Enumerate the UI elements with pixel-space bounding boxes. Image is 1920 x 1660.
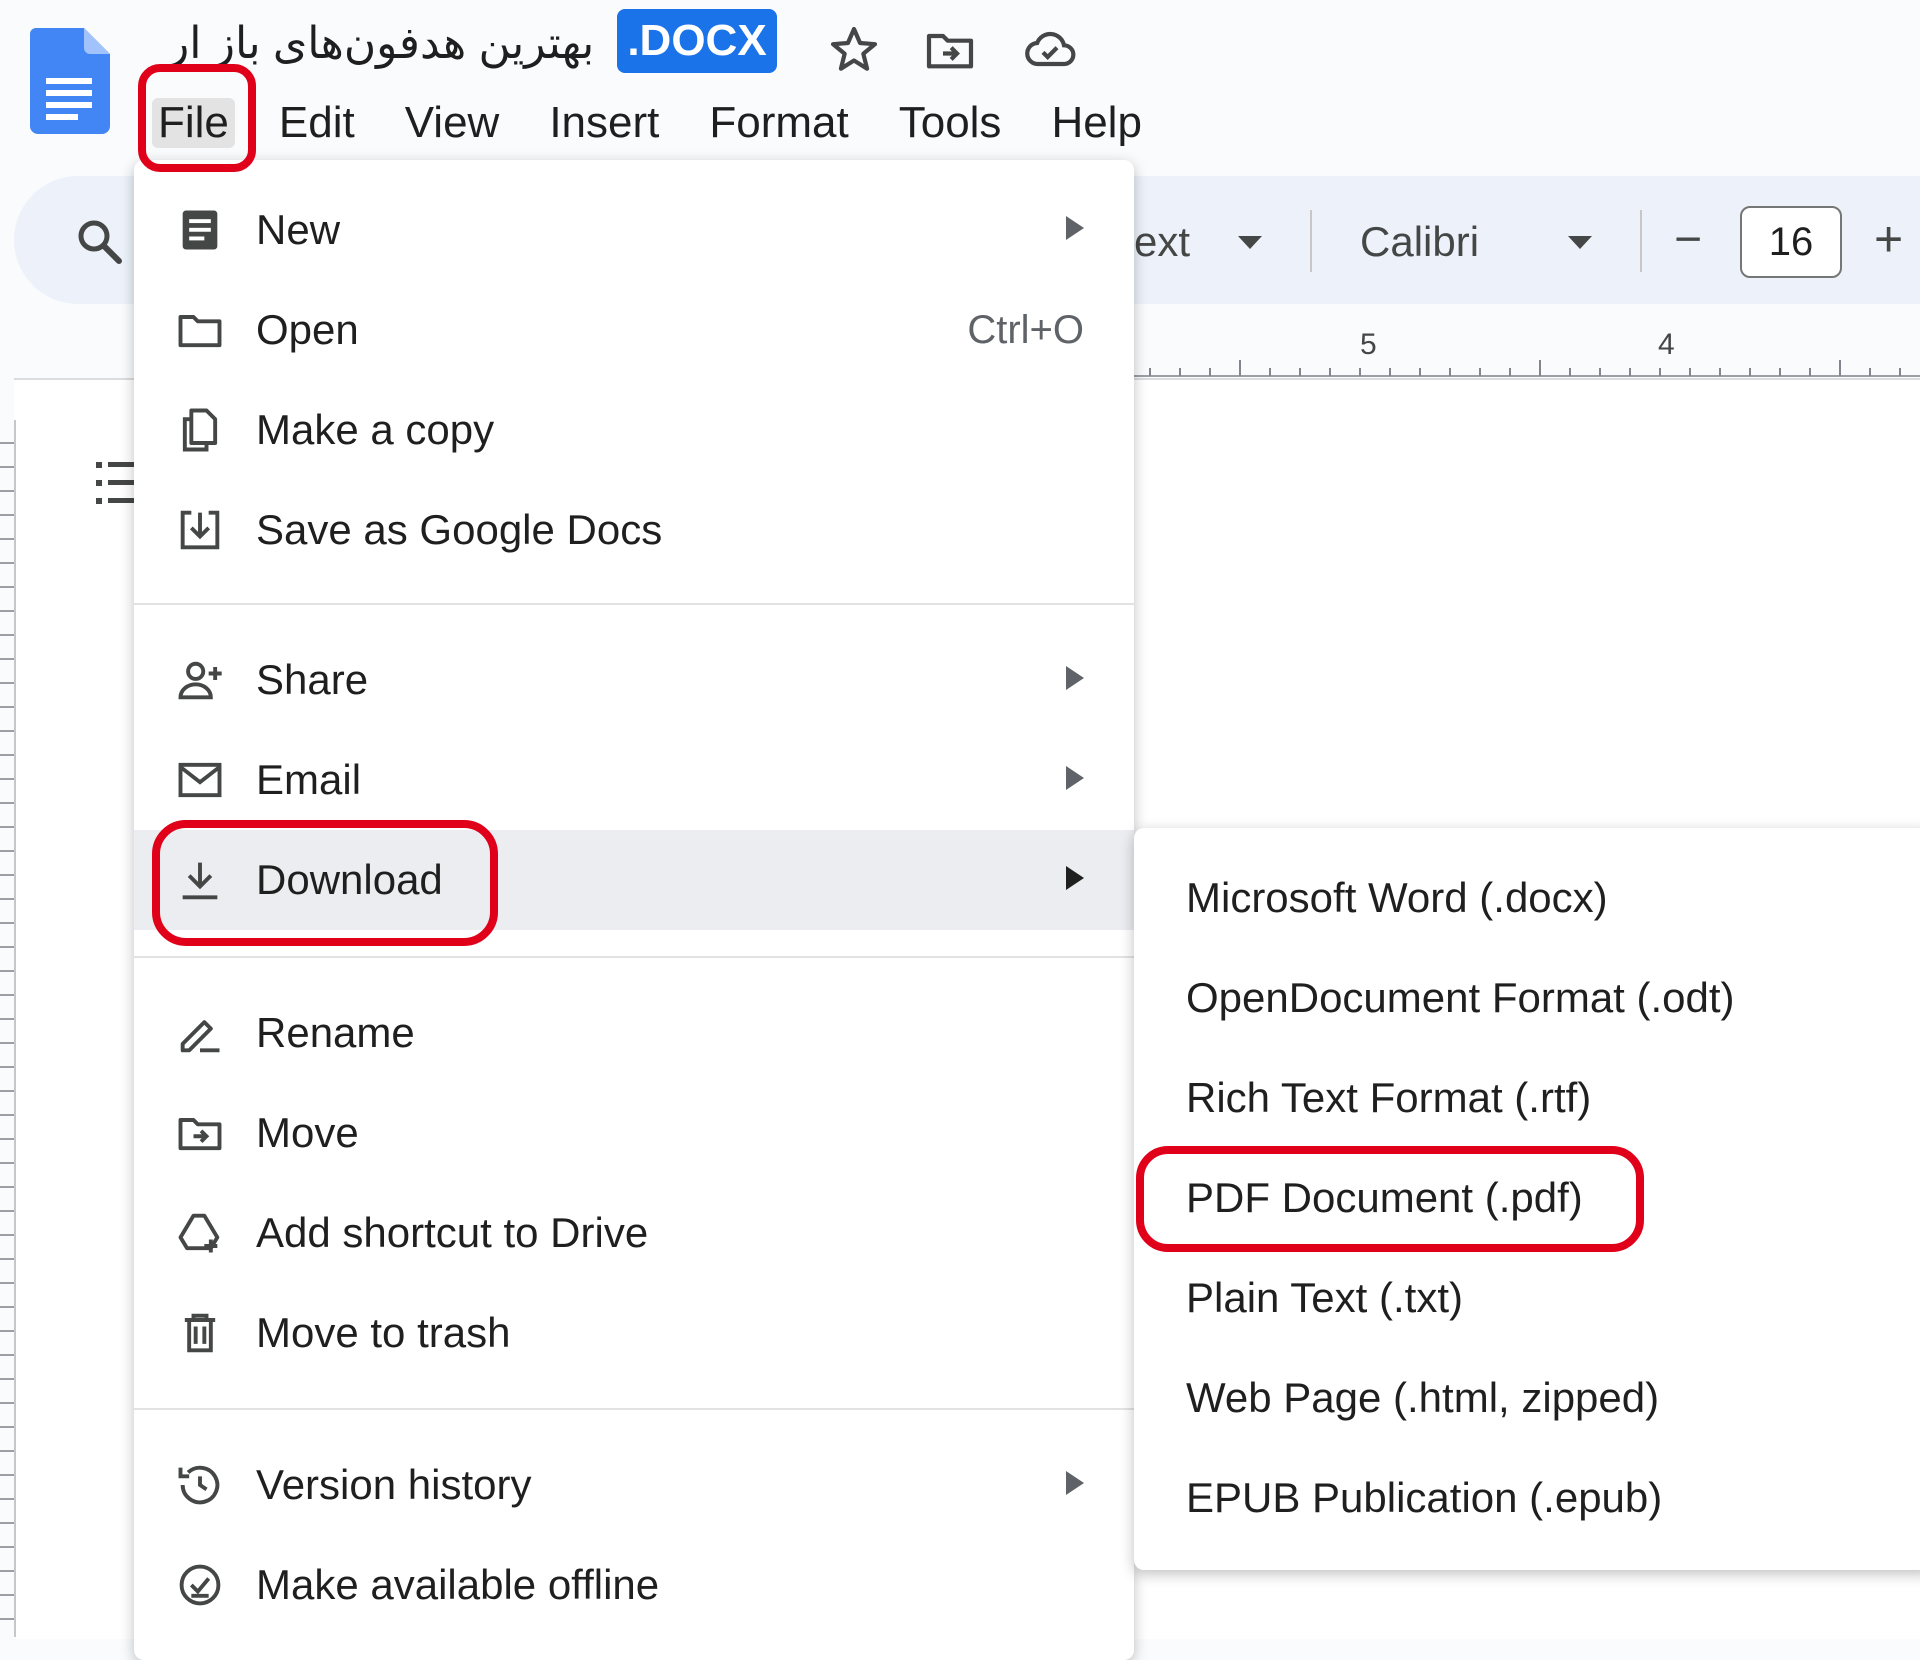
menu-item-label: Save as Google Docs [256,506,663,553]
file-menu-save-as-google-docs[interactable]: Save as Google Docs [134,480,1134,580]
menu-item-label: Add shortcut to Drive [256,1209,649,1256]
file-menu-add-shortcut[interactable]: Add shortcut to Drive [134,1183,1134,1283]
annotation-ring-download [152,820,498,946]
file-menu-version-history[interactable]: Version history [134,1435,1134,1535]
font-family-dropdown[interactable]: Calibri [1360,218,1479,266]
menu-item-label: New [256,206,341,253]
menu-edit[interactable]: Edit [279,98,355,148]
menu-format[interactable]: Format [709,98,848,148]
keyboard-shortcut: Ctrl+O [967,307,1084,352]
download-txt-option[interactable]: Plain Text (.txt) [1186,1248,1463,1348]
increase-font-size-button[interactable]: + [1874,210,1903,268]
search-menus-icon[interactable] [74,216,124,266]
trash-icon [174,1307,226,1359]
menu-item-label: Make a copy [256,406,495,453]
paragraph-style-dropdown[interactable]: ext [1134,218,1190,266]
file-menu-share[interactable]: Share [134,630,1134,730]
copy-icon [174,404,226,456]
file-menu-email[interactable]: Email [134,730,1134,830]
history-icon [174,1459,226,1511]
menu-divider [134,1408,1134,1410]
download-odt-option[interactable]: OpenDocument Format (.odt) [1186,948,1735,1048]
drive-shortcut-icon [174,1207,226,1259]
download-epub-option[interactable]: EPUB Publication (.epub) [1186,1448,1662,1548]
font-size-input[interactable]: 16 [1740,206,1842,278]
new-document-icon [174,204,226,256]
cloud-saved-icon[interactable] [1022,22,1078,78]
download-html-option[interactable]: Web Page (.html, zipped) [1186,1348,1659,1448]
offline-icon [174,1559,226,1611]
menu-help[interactable]: Help [1051,98,1142,148]
star-icon[interactable] [826,22,882,78]
file-menu-open[interactable]: Open Ctrl+O [134,280,1134,380]
ruler-mark: 4 [1658,328,1675,361]
rename-icon [174,1007,226,1059]
save-as-icon [174,504,226,556]
submenu-arrow-icon [1066,216,1084,240]
menu-tools[interactable]: Tools [899,98,1002,148]
file-menu-move-to-trash[interactable]: Move to trash [134,1283,1134,1383]
annotation-ring-file [138,64,256,172]
menu-divider [134,603,1134,605]
file-extension-badge: .DOCX [617,9,777,73]
ruler-mark: 5 [1360,328,1377,361]
submenu-arrow-icon [1066,666,1084,690]
google-docs-logo-icon[interactable] [30,28,110,134]
file-menu-make-copy[interactable]: Make a copy [134,380,1134,480]
vertical-ruler [0,420,16,1637]
submenu-arrow-icon [1066,866,1084,890]
move-to-folder-icon[interactable] [922,22,978,78]
file-menu-move[interactable]: Move [134,1083,1134,1183]
menu-item-label: Move to trash [256,1309,511,1356]
annotation-ring-pdf [1136,1146,1644,1252]
submenu-arrow-icon [1066,766,1084,790]
toolbar-divider [1640,210,1642,272]
download-rtf-option[interactable]: Rich Text Format (.rtf) [1186,1048,1591,1148]
move-folder-icon [174,1107,226,1159]
menu-item-label: Rename [256,1009,415,1056]
menu-divider [134,956,1134,958]
chevron-down-icon[interactable] [1568,236,1592,249]
decrease-font-size-button[interactable]: − [1674,212,1702,267]
file-menu-make-offline[interactable]: Make available offline [134,1535,1134,1635]
menu-item-label: Version history [256,1461,532,1508]
submenu-arrow-icon [1066,1471,1084,1495]
document-title[interactable]: بهترین هدفون‌های باز ار [168,18,594,69]
chevron-down-icon[interactable] [1238,236,1262,249]
menu-view[interactable]: View [405,98,500,148]
menu-item-label: Make available offline [256,1561,660,1608]
email-icon [174,754,226,806]
share-person-icon [174,654,226,706]
document-outline-icon[interactable] [96,458,136,508]
toolbar-divider [1310,210,1312,272]
horizontal-ruler [1130,332,1920,378]
file-menu-rename[interactable]: Rename [134,983,1134,1083]
menu-insert[interactable]: Insert [549,98,659,148]
menu-item-label: Open [256,306,359,353]
menu-bar: File Edit View Insert Format Tools Help [140,88,1192,158]
open-folder-icon [174,304,226,356]
download-docx-option[interactable]: Microsoft Word (.docx) [1186,848,1608,948]
menu-item-label: Email [256,756,362,803]
file-menu-new[interactable]: New [134,180,1134,280]
menu-item-label: Share [256,656,369,703]
menu-item-label: Move [256,1109,359,1156]
